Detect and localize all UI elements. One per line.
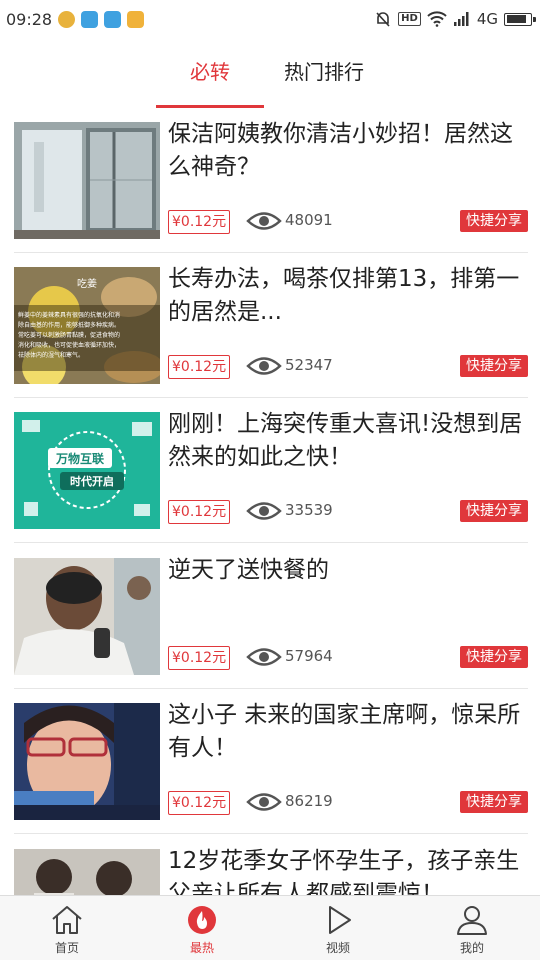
divider: [14, 833, 528, 834]
thumb-line: 万物互联: [55, 451, 104, 466]
network-type: 4G: [476, 10, 498, 28]
quick-share-button[interactable]: 快捷分享: [460, 500, 528, 522]
thumb-line: 常吃姜可以刺激肠胃黏膜，促进食物的: [18, 331, 120, 339]
eye-icon: [246, 212, 282, 230]
thumb-line: 消化和吸收，也可促使血液循环加快，: [18, 341, 120, 349]
tab-must-share[interactable]: 必转: [156, 52, 264, 108]
plus-app-icon: [58, 10, 76, 28]
signal-icon: [453, 12, 469, 26]
wifi-icon: [427, 11, 447, 27]
article-title[interactable]: 逆天了送快餐的: [168, 554, 530, 587]
hd-icon: HD: [398, 12, 421, 26]
reward-price-badge: ¥0.12元: [168, 210, 231, 234]
coin-app-icon: [127, 10, 145, 28]
eye-icon: [246, 793, 282, 811]
article-title[interactable]: 长寿办法，喝茶仅排第13，排第一的居然是...: [168, 263, 530, 329]
nav-label: 首页: [54, 941, 79, 955]
article-thumbnail: [14, 122, 160, 239]
play-icon: [329, 906, 351, 934]
article-item[interactable]: 保洁阿姨教你清洁小妙招！居然这么神奇？ ¥0.12元 48091 快捷分享: [0, 108, 540, 253]
bottom-nav: 首页 最热 视频 我的: [0, 895, 540, 960]
reward-price-badge: ¥0.12元: [168, 500, 231, 524]
eye-icon: [246, 648, 282, 666]
status-time: 09:28: [6, 9, 53, 29]
article-title[interactable]: 12岁花季女子怀孕生子，孩子亲生父亲让所有人都感到震惊！: [168, 845, 530, 895]
tab-label: 必转: [190, 60, 230, 84]
view-count: 57964: [285, 647, 333, 665]
article-title[interactable]: 刚刚！上海突传重大喜讯!没想到居然来的如此之快！: [168, 408, 530, 474]
thumb-heading: 吃姜: [77, 277, 97, 290]
thumb-line: 除自由基的作用，能够抵御多种疾病。: [18, 321, 120, 329]
reward-price-badge: ¥0.12元: [168, 355, 231, 379]
article-thumbnail: [14, 849, 160, 895]
nav-profile[interactable]: 我的: [432, 896, 512, 961]
battery-icon: [504, 12, 536, 26]
fire-icon: [188, 906, 216, 934]
quick-share-button[interactable]: 快捷分享: [460, 355, 528, 377]
nav-label: 视频: [325, 941, 350, 955]
tab-label: 热门排行: [284, 60, 364, 84]
nav-label: 我的: [459, 941, 484, 955]
view-count: 48091: [285, 211, 333, 229]
tab-bar: 必转 热门排行: [0, 52, 540, 108]
quick-share-button[interactable]: 快捷分享: [460, 791, 528, 813]
article-item[interactable]: 这小子 未来的国家主席啊，惊呆所有人！ ¥0.12元 86219 快捷分享: [0, 689, 540, 834]
thumb-line: 时代开启: [70, 474, 114, 488]
thumb-line: 祛除体内的湿气和寒气。: [18, 351, 84, 359]
article-thumbnail: [14, 558, 160, 675]
view-count: 33539: [285, 501, 333, 519]
nav-hot[interactable]: 最热: [162, 896, 242, 961]
nav-home[interactable]: 首页: [27, 896, 107, 961]
eye-icon: [246, 502, 282, 520]
home-icon: [52, 906, 82, 934]
article-title[interactable]: 保洁阿姨教你清洁小妙招！居然这么神奇？: [168, 118, 530, 184]
nav-label: 最热: [189, 941, 214, 955]
view-count: 52347: [285, 356, 333, 374]
tab-hot-ranking[interactable]: 热门排行: [272, 52, 376, 108]
eye-icon: [246, 357, 282, 375]
status-bar: 09:28 HD 4G: [0, 0, 540, 38]
reward-price-badge: ¥0.12元: [168, 646, 231, 670]
article-item[interactable]: 逆天了送快餐的 ¥0.12元 57964 快捷分享: [0, 544, 540, 689]
reward-price-badge: ¥0.12元: [168, 791, 231, 815]
user-icon: [457, 906, 487, 935]
article-thumbnail: 吃姜 鲜姜中的姜辣素具有很强的抗氧化和消 除自由基的作用，能够抵御多种疾病。 常…: [14, 267, 160, 384]
thumb-line: 鲜姜中的姜辣素具有很强的抗氧化和消: [18, 311, 120, 319]
divider: [14, 542, 528, 543]
view-count: 86219: [285, 792, 333, 810]
article-item[interactable]: 万物互联 时代开启 刚刚！上海突传重大喜讯!没想到居然来的如此之快！ ¥0.12…: [0, 398, 540, 543]
article-thumbnail: [14, 703, 160, 820]
article-item[interactable]: 吃姜 鲜姜中的姜辣素具有很强的抗氧化和消 除自由基的作用，能够抵御多种疾病。 常…: [0, 253, 540, 398]
quick-share-button[interactable]: 快捷分享: [460, 210, 528, 232]
scan-app-icon: [104, 10, 122, 28]
message-app-icon: [81, 10, 99, 28]
mute-bell-icon: [376, 12, 390, 27]
article-list[interactable]: 保洁阿姨教你清洁小妙招！居然这么神奇？ ¥0.12元 48091 快捷分享 吃姜…: [0, 108, 540, 895]
quick-share-button[interactable]: 快捷分享: [460, 646, 528, 668]
article-thumbnail: 万物互联 时代开启: [14, 412, 160, 529]
article-title[interactable]: 这小子 未来的国家主席啊，惊呆所有人！: [168, 699, 530, 765]
article-item[interactable]: 12岁花季女子怀孕生子，孩子亲生父亲让所有人都感到震惊！: [0, 835, 540, 895]
nav-video[interactable]: 视频: [298, 896, 378, 961]
